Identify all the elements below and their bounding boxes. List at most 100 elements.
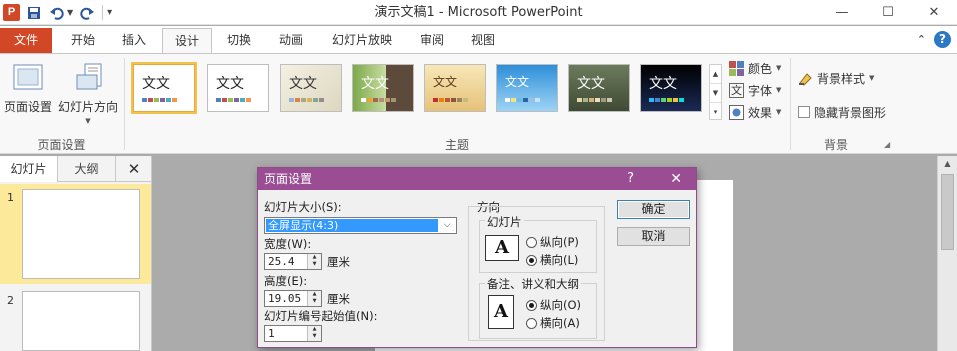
- height-label: 高度(E):: [264, 274, 308, 288]
- spin-up-icon[interactable]: ▲: [308, 291, 321, 298]
- notes-landscape-radio[interactable]: 横向(A): [526, 315, 580, 331]
- theme-color-bars: [216, 98, 251, 102]
- save-icon[interactable]: [25, 4, 43, 22]
- scrollbar-thumb[interactable]: [941, 174, 954, 250]
- undo-icon[interactable]: [48, 4, 66, 22]
- slide-orientation-button[interactable]: 幻灯片方向 ▼: [56, 58, 120, 125]
- fonts-icon: 文: [729, 82, 744, 98]
- colors-button[interactable]: 颜色 ▼: [729, 58, 781, 78]
- theme-thumb-3[interactable]: 文文: [280, 64, 342, 112]
- close-pane-icon[interactable]: ✕: [117, 156, 151, 181]
- powerpoint-logo-icon[interactable]: P: [3, 4, 20, 21]
- tab-design[interactable]: 设计: [162, 28, 212, 54]
- ribbon-tabs: 文件 开始 插入 设计 切换 动画 幻灯片放映 审阅 视图 ⌃ ?: [0, 26, 957, 54]
- tab-outline[interactable]: 大纲: [58, 156, 116, 182]
- themes-scroll: ▲ ▼ ▾: [709, 64, 722, 120]
- slide-thumbnail-item[interactable]: 2: [0, 288, 151, 351]
- background-styles-button[interactable]: 背景样式 ▼: [798, 68, 874, 88]
- dropdown-arrow-icon: ▼: [776, 86, 782, 94]
- theme-thumb-2[interactable]: 文文: [207, 64, 269, 112]
- notes-portrait-radio[interactable]: 纵向(O): [526, 297, 581, 313]
- page-setup-dialog: 页面设置 ? ✕ 幻灯片大小(S): 全屏显示(4:3) ⌵ 宽度(W): 25…: [257, 167, 697, 348]
- spin-up-icon[interactable]: ▲: [308, 254, 321, 261]
- theme-sample-text: 文文: [289, 76, 317, 92]
- theme-thumb-7[interactable]: 文文: [568, 64, 630, 112]
- start-number-spinner[interactable]: 1 ▲ ▼: [264, 325, 322, 342]
- tab-animations[interactable]: 动画: [267, 28, 315, 53]
- theme-thumb-1[interactable]: 文文: [131, 62, 197, 114]
- radio-selected-icon: [526, 254, 537, 266]
- spin-down-icon[interactable]: ▼: [308, 298, 321, 305]
- tab-transitions[interactable]: 切换: [216, 28, 262, 53]
- theme-thumb-6[interactable]: 文文: [496, 64, 558, 112]
- effects-button[interactable]: 效果 ▼: [729, 102, 781, 122]
- minimize-icon[interactable]: —: [819, 0, 865, 25]
- background-styles-icon: [798, 71, 813, 86]
- tab-home[interactable]: 开始: [58, 28, 108, 53]
- page-setup-label: 页面设置: [3, 100, 52, 114]
- spin-buttons: ▲ ▼: [307, 291, 321, 306]
- themes-scroll-down-icon[interactable]: ▼: [710, 84, 721, 103]
- theme-color-bars: [649, 98, 684, 102]
- tab-view[interactable]: 视图: [460, 28, 506, 53]
- theme-color-bars: [289, 98, 324, 102]
- dialog-close-icon[interactable]: ✕: [670, 168, 682, 190]
- slides-portrait-radio[interactable]: 纵向(P): [526, 234, 579, 250]
- colors-label: 颜色: [748, 61, 773, 76]
- slide-size-select[interactable]: 全屏显示(4:3) ⌵: [264, 217, 457, 234]
- tab-insert[interactable]: 插入: [111, 28, 157, 53]
- start-number-value: 1: [268, 327, 275, 340]
- colors-icon: [729, 60, 744, 76]
- tab-slides[interactable]: 幻灯片: [0, 156, 58, 182]
- dialog-launcher-icon[interactable]: ◢: [884, 140, 890, 149]
- effects-icon: [729, 104, 744, 120]
- width-unit: 厘米: [327, 255, 350, 269]
- themes-scroll-up-icon[interactable]: ▲: [710, 65, 721, 84]
- slides-landscape-radio[interactable]: 横向(L): [526, 252, 578, 268]
- tab-slideshow[interactable]: 幻灯片放映: [322, 28, 402, 53]
- landscape-page-icon: A: [485, 235, 519, 261]
- chevron-down-icon: ⌵: [443, 220, 451, 230]
- slide-thumbnail-item[interactable]: 1: [0, 184, 151, 284]
- vertical-scrollbar[interactable]: ▲: [937, 156, 957, 351]
- hide-background-graphics-checkbox[interactable]: 隐藏背景图形: [798, 102, 886, 122]
- radio-icon: [526, 317, 537, 329]
- spin-up-icon[interactable]: ▲: [308, 326, 321, 333]
- page-setup-button[interactable]: 页面设置: [2, 58, 54, 115]
- ok-button[interactable]: 确定: [617, 200, 690, 219]
- spin-down-icon[interactable]: ▼: [308, 261, 321, 268]
- spin-down-icon[interactable]: ▼: [308, 333, 321, 340]
- slides-group-label: 幻灯片: [485, 214, 524, 230]
- tab-file[interactable]: 文件: [0, 28, 52, 53]
- width-spinner[interactable]: 25.4 ▲ ▼: [264, 253, 322, 270]
- radio-icon: [526, 236, 537, 248]
- theme-sample-text: 文文: [433, 75, 458, 89]
- themes-more-icon[interactable]: ▾: [710, 103, 721, 121]
- notes-portrait-label: 纵向(O): [540, 298, 582, 312]
- slide-orientation-label: 幻灯片方向: [57, 100, 118, 114]
- customize-qat-icon[interactable]: ▾: [107, 7, 112, 18]
- slide-thumbnail: [22, 291, 140, 351]
- help-icon[interactable]: ?: [934, 31, 951, 48]
- theme-color-bars: [577, 98, 612, 102]
- dialog-help-icon[interactable]: ?: [627, 168, 634, 190]
- fonts-button[interactable]: 文 字体 ▼: [729, 80, 781, 100]
- maximize-icon[interactable]: ☐: [865, 0, 911, 25]
- theme-sample-text: 文文: [361, 76, 389, 92]
- slides-landscape-label: 横向(L): [540, 253, 579, 267]
- theme-color-bars: [142, 98, 177, 102]
- redo-icon[interactable]: [78, 4, 96, 22]
- tab-review[interactable]: 审阅: [409, 28, 455, 53]
- close-window-icon[interactable]: ✕: [911, 0, 957, 25]
- height-spinner[interactable]: 19.05 ▲ ▼: [264, 290, 322, 307]
- theme-thumb-5[interactable]: 文文: [424, 64, 486, 112]
- ribbon-right-icons: ⌃ ?: [917, 31, 951, 48]
- collapse-ribbon-icon[interactable]: ⌃: [917, 33, 926, 46]
- scroll-up-icon[interactable]: ▲: [938, 156, 957, 172]
- radio-selected-icon: [526, 299, 537, 311]
- undo-dropdown-icon[interactable]: ▼: [67, 8, 73, 17]
- theme-thumb-4[interactable]: 文文: [352, 64, 414, 112]
- theme-thumb-8[interactable]: 文文: [640, 64, 702, 112]
- cancel-button[interactable]: 取消: [617, 227, 690, 246]
- page-setup-icon: [11, 61, 45, 95]
